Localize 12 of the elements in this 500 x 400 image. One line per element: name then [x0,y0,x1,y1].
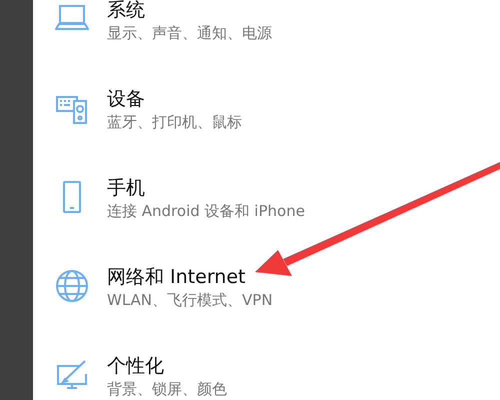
settings-category-title[interactable]: 网络和 Internet [107,265,246,289]
settings-category-title[interactable]: 手机 [107,176,145,200]
settings-category-description: 背景、锁屏、颜色 [107,379,227,400]
settings-category-title[interactable]: 个性化 [107,354,164,378]
settings-category-title[interactable]: 系统 [107,0,145,22]
settings-category-description: WLAN、飞行模式、VPN [107,290,273,311]
globe-icon [55,269,89,303]
settings-category-title[interactable]: 设备 [107,87,145,111]
settings-category-description: 蓝牙、打印机、鼠标 [107,112,242,133]
settings-category-description: 连接 Android 设备和 iPhone [107,201,305,222]
monitor-brush-icon [55,358,89,392]
settings-category-description: 显示、声音、通知、电源 [107,23,272,44]
